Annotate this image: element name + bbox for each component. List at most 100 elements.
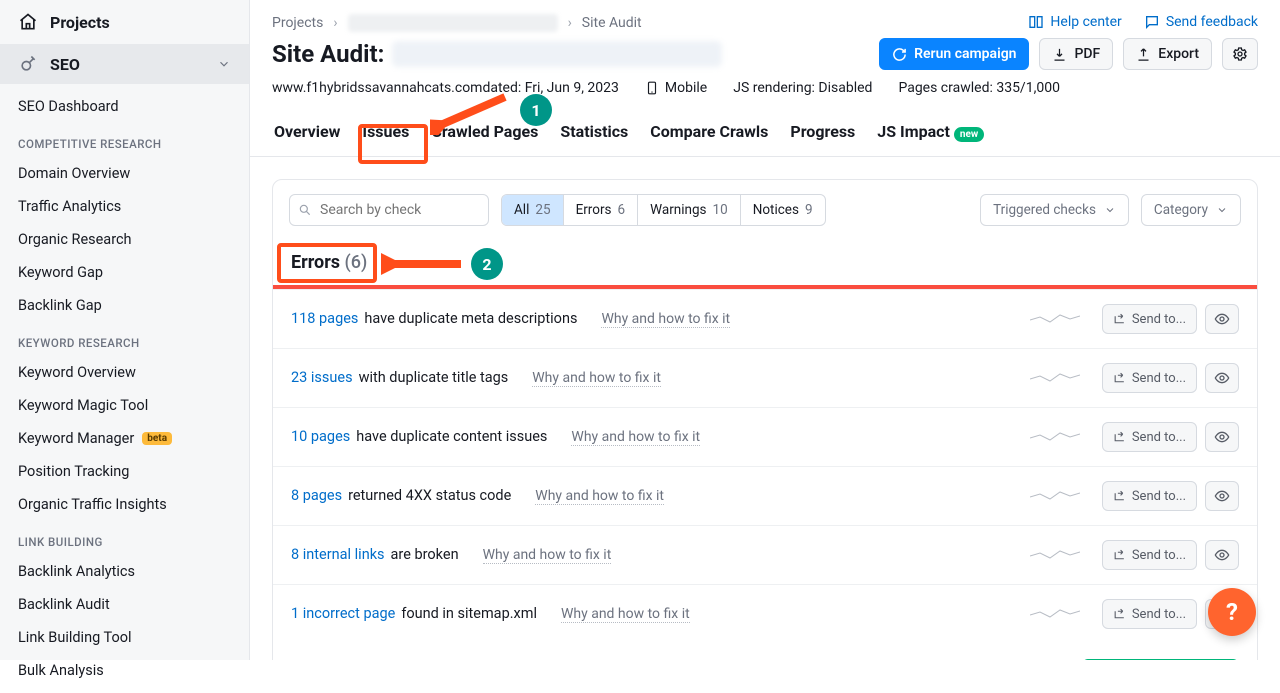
send-to-button[interactable]: Send to... [1102,304,1197,334]
row-actions: Send to... [1102,422,1239,452]
issue-sparkline [1030,310,1080,328]
sidebar-item-label: SEO Dashboard [18,98,119,115]
sidebar-item[interactable]: Bulk Analysis [0,654,249,687]
visibility-button[interactable] [1205,363,1239,393]
filter-errors[interactable]: Errors6 [564,195,639,225]
sidebar-item[interactable]: SEO Dashboard [0,90,249,123]
sidebar-item[interactable]: Link Building Tool [0,621,249,654]
issue-link[interactable]: 8 internal links [291,546,385,563]
row-actions: Send to... [1102,304,1239,334]
filter-label: Warnings [650,202,706,218]
help-center-link[interactable]: Help center [1028,14,1121,30]
panel-toolbar: All25Errors6 Warnings 10 Notices9 Triggered… [273,180,1257,240]
eye-icon [1214,547,1230,563]
tab-label: Overview [274,122,340,141]
tab-progress[interactable]: Progress [788,114,857,156]
sidebar-item[interactable]: Backlink Analytics [0,555,249,588]
pdf-button[interactable]: PDF [1039,38,1113,70]
issue-link[interactable]: 10 pages [291,428,350,445]
tab-issues[interactable]: Issues [360,114,411,156]
page-title: Site Audit: [272,40,722,68]
sidebar-item-label: Traffic Analytics [18,198,121,215]
settings-button[interactable] [1222,38,1258,70]
send-to-button[interactable]: Send to... [1102,422,1197,452]
topbar: Projects › › Site Audit Help center Send… [250,0,1280,32]
issue-text: 23 issues with duplicate title tagsWhy a… [291,369,661,387]
why-fix-link[interactable]: Why and how to fix it [532,370,661,387]
tab-crawled-pages[interactable]: Crawled Pages [429,114,540,156]
rerun-campaign-button[interactable]: Rerun campaign [879,38,1029,70]
send-to-button[interactable]: Send to... [1102,540,1197,570]
sidebar-item[interactable]: Backlink Audit [0,588,249,621]
sidebar-item[interactable]: Position Tracking [0,455,249,488]
filter-count: 10 [713,202,728,218]
issue-link[interactable]: 118 pages [291,310,358,327]
meta-mobile-label: Mobile [665,80,707,96]
sidebar-item[interactable]: Keyword Overview [0,356,249,389]
row-actions: Send to... [1102,540,1239,570]
chevron-right-icon: › [333,15,337,31]
send-to-button[interactable]: Send to... [1102,363,1197,393]
why-fix-link[interactable]: Why and how to fix it [601,311,730,328]
export-button[interactable]: Export [1123,38,1212,70]
issue-link[interactable]: 8 pages [291,487,342,504]
issue-link[interactable]: 1 incorrect page [291,605,395,622]
send-to-button[interactable]: Send to... [1102,481,1197,511]
send-feedback-link[interactable]: Send feedback [1144,14,1258,30]
gear-icon [1232,46,1248,62]
meta-pages-crawled: Pages crawled: 335/1,000 [898,80,1060,96]
tab-statistics[interactable]: Statistics [558,114,630,156]
chevron-down-icon [1216,204,1228,216]
sidebar-section-seo[interactable]: SEO [0,44,249,84]
sidebar-item[interactable]: Organic Traffic Insights [0,488,249,521]
search-input[interactable] [289,194,489,226]
why-fix-link[interactable]: Why and how to fix it [483,547,612,564]
tab-label: Crawled Pages [431,122,538,141]
tab-compare-crawls[interactable]: Compare Crawls [648,114,770,156]
tab-js-impact[interactable]: JS Impactnew [875,114,986,156]
breadcrumb-root[interactable]: Projects [272,15,323,31]
sidebar-group-label: KEYWORD RESEARCH [0,322,249,356]
tab-overview[interactable]: Overview [272,114,342,156]
triggered-checks-dropdown[interactable]: Triggered checks [980,194,1129,226]
filter-notices[interactable]: Notices9 [741,195,825,225]
sidebar-item[interactable]: Keyword Gap [0,256,249,289]
send-to-button[interactable]: Send to... [1102,599,1197,629]
visibility-button[interactable] [1205,304,1239,334]
header-actions: Rerun campaign PDF Export [879,38,1258,70]
issue-sparkline [1030,369,1080,387]
sidebar-top[interactable]: Projects [0,0,249,44]
issue-text: 118 pages have duplicate meta descriptio… [291,310,730,328]
sidebar-item[interactable]: Keyword Magic Tool [0,389,249,422]
why-fix-link[interactable]: Why and how to fix it [561,606,690,623]
issue-sparkline [1030,428,1080,446]
new-badge: new [954,127,984,142]
filter-all[interactable]: All25 [502,195,564,225]
visibility-button[interactable] [1205,422,1239,452]
issue-link[interactable]: 23 issues [291,369,353,386]
sidebar-item[interactable]: Keyword Managerbeta [0,422,249,455]
send-to-label: Send to... [1132,371,1186,386]
sidebar-item-label: Position Tracking [18,463,129,480]
meta-domain: www.f1hybridssavannahcats.com [272,80,482,96]
filter-warnings[interactable]: Warnings 10 [638,195,741,225]
sidebar-item[interactable]: Backlink Gap [0,289,249,322]
why-fix-link[interactable]: Why and how to fix it [571,429,700,446]
row-actions: Send to... [1102,363,1239,393]
sidebar-item[interactable]: Domain Overview [0,157,249,190]
amp-upsell-row: A full list of AMP-related issues is onl… [273,643,1257,660]
filter-count: 9 [805,202,813,218]
visibility-button[interactable] [1205,540,1239,570]
sidebar-item[interactable]: Traffic Analytics [0,190,249,223]
sidebar-item-label: Organic Research [18,231,132,248]
issue-row: 1 incorrect page found in sitemap.xmlWhy… [273,584,1257,643]
issue-row: 118 pages have duplicate meta descriptio… [273,289,1257,348]
eye-icon [1214,370,1230,386]
category-dropdown[interactable]: Category [1141,194,1241,226]
why-fix-link[interactable]: Why and how to fix it [535,488,664,505]
help-fab[interactable]: ? [1208,588,1256,636]
sidebar-item[interactable]: Organic Research [0,223,249,256]
sidebar-section-label: SEO [50,55,80,74]
visibility-button[interactable] [1205,481,1239,511]
share-icon [1113,608,1126,621]
